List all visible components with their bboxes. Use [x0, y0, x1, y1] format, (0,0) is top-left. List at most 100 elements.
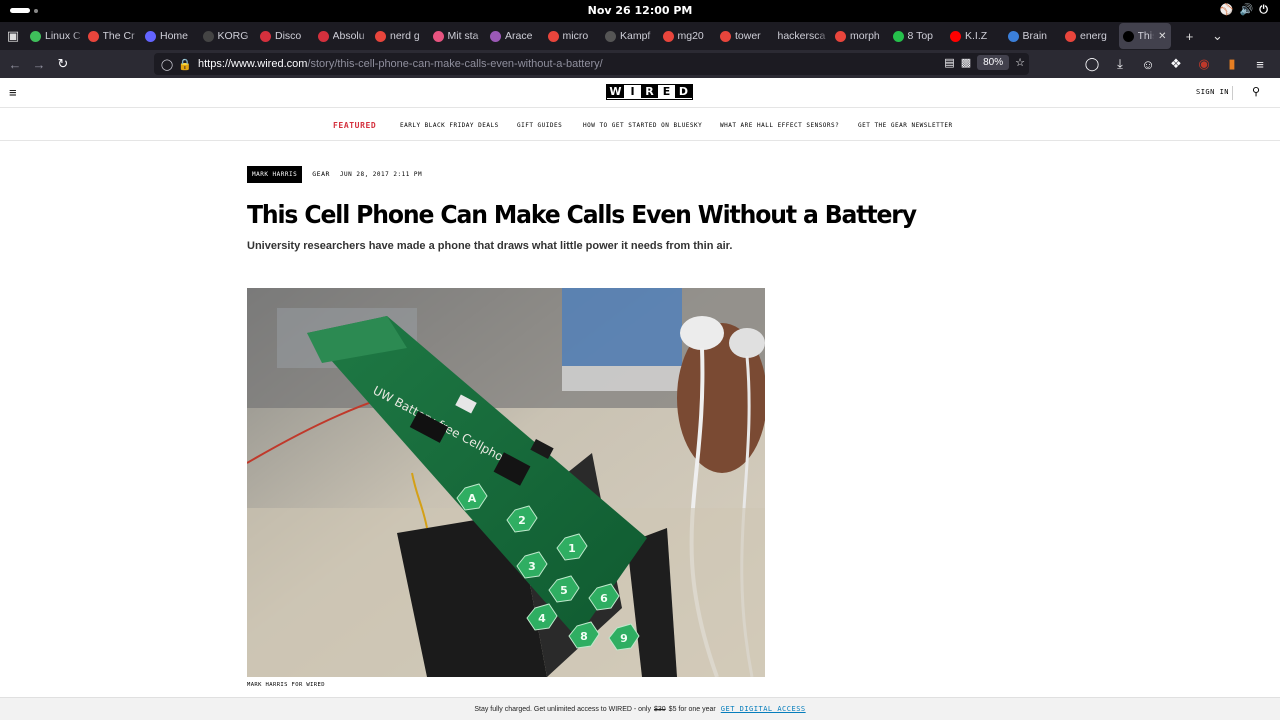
browser-tab[interactable]: energ [1061, 23, 1119, 49]
app-menu-icon[interactable]: ≡ [1248, 52, 1272, 76]
browser-tab[interactable]: K.I.Z [946, 23, 1004, 49]
subnav-link-hall-effect[interactable]: WHAT ARE HALL EFFECT SENSORS? [720, 122, 839, 129]
volume-icon[interactable]: 🔊 [1240, 3, 1254, 17]
keypad-key: 9 [620, 632, 628, 645]
tab-title: mg20 [677, 30, 704, 42]
back-arrow-icon[interactable]: ← [3, 52, 27, 76]
paywall-old-price: $30 [653, 705, 666, 713]
browser-tab[interactable]: 8 Top [889, 23, 947, 49]
keypad-key: 6 [600, 592, 608, 605]
chrome-icon [1065, 30, 1076, 42]
network-icon[interactable]: ⚾ [1220, 3, 1234, 17]
sign-in-link[interactable]: SIGN IN [1196, 88, 1229, 96]
ublock-icon[interactable]: ◉ [1192, 52, 1216, 76]
tab-title: Disco [275, 30, 302, 42]
subnav-link-bluesky[interactable]: HOW TO GET STARTED ON BLUESKY [583, 122, 702, 129]
youtube-icon [950, 30, 961, 42]
browser-tab[interactable]: tower [716, 23, 774, 49]
system-tray[interactable]: ⚾ 🔊 ⏻ [1220, 3, 1268, 17]
url-bar[interactable]: ◯ 🔒 https://www.wired.com/story/this-cel… [154, 53, 1029, 75]
addon-icon[interactable]: ▮ [1220, 52, 1244, 76]
browser-tab[interactable]: morph [831, 23, 889, 49]
tab-title: nerd g [390, 30, 420, 42]
browser-tab[interactable]: Disco [256, 23, 314, 49]
korg-icon [202, 30, 214, 42]
picture-in-picture-icon[interactable]: ▩ [961, 56, 971, 69]
browser-tab[interactable]: Mit sta [429, 23, 487, 49]
browser-tab[interactable]: nerd g [371, 23, 429, 49]
url-path: /story/this-cell-phone-can-make-calls-ev… [307, 58, 603, 70]
keypad-key: 2 [518, 514, 526, 527]
author-link[interactable]: MARK HARRIS [247, 165, 303, 183]
reader-view-icon[interactable]: ▤ [944, 56, 954, 69]
tab-title: This [1137, 30, 1155, 42]
new-tab-button[interactable]: + [1177, 23, 1203, 49]
browser-tab[interactable]: Brain [1004, 23, 1062, 49]
section-link[interactable]: GEAR [312, 170, 330, 178]
tab-title: morph [850, 30, 880, 42]
browser-tab[interactable]: Arace [486, 23, 544, 49]
browser-tab[interactable]: Linux C [26, 23, 84, 49]
byline-row: MARK HARRIS GEAR JUN 28, 2017 2:11 PM [247, 165, 422, 183]
zoom-level-button[interactable]: 80% [977, 55, 1010, 70]
toolbar-right: ◯ ⤓ ☺ ❖ ◉ ▮ ≡ [1080, 52, 1272, 76]
tracking-shield-icon[interactable]: ◯ [158, 58, 176, 71]
close-tab-icon[interactable]: ✕ [1158, 31, 1166, 42]
get-digital-access-link[interactable]: GET DIGITAL ACCESS [721, 705, 806, 713]
circle-icon [317, 30, 329, 42]
tab-list: Linux C The Cr Home KORG Disco Absolu nerd g Mi… [26, 22, 1171, 50]
extensions-icon[interactable]: ❖ [1164, 52, 1188, 76]
reload-icon[interactable]: ↻ [51, 52, 75, 76]
browser-tab[interactable]: Home [141, 23, 199, 49]
sub-navigation: FEATURED EARLY BLACK FRIDAY DEALS GIFT G… [0, 109, 1280, 141]
subnav-link-newsletter[interactable]: GET THE GEAR NEWSLETTER [858, 122, 953, 129]
logo-letter: W [607, 85, 624, 98]
browser-tab[interactable]: micro [544, 23, 602, 49]
lock-icon[interactable]: 🔒 [176, 58, 194, 71]
paywall-banner: Stay fully charged. Get unlimited access… [0, 697, 1280, 720]
tab-title: micro [562, 30, 589, 42]
logo-letter: I [630, 85, 635, 98]
tab-title: Home [160, 30, 189, 42]
pocket-icon[interactable]: ◯ [1080, 52, 1104, 76]
firefox-view-icon[interactable]: ▣ [0, 23, 26, 49]
tab-list-chevron-down-icon[interactable]: ⌄ [1205, 23, 1231, 49]
browser-tab[interactable]: This✕ [1118, 23, 1171, 49]
url-host: https://www.wired.com [198, 58, 308, 70]
power-icon[interactable]: ⏻ [1259, 3, 1268, 17]
search-icon[interactable]: ⚲ [1252, 85, 1260, 98]
forward-arrow-icon[interactable]: → [27, 52, 51, 76]
browser-tab[interactable]: Absolu [314, 23, 372, 49]
browser-tab[interactable]: Kampf [601, 23, 659, 49]
mastodon-icon [145, 30, 156, 42]
browser-tab[interactable]: mg20 [659, 23, 717, 49]
subnav-link-black-friday[interactable]: EARLY BLACK FRIDAY DEALS [400, 122, 499, 129]
keypad-key: 8 [580, 630, 588, 643]
browser-tab[interactable]: KORG [199, 23, 257, 49]
keypad-key: 3 [528, 560, 536, 573]
ie-icon [1007, 30, 1019, 42]
wired-logo[interactable]: W I R E D [606, 84, 693, 100]
article-headline: This Cell Phone Can Make Calls Even With… [247, 200, 917, 229]
tab-strip: ▣ Linux C The Cr Home KORG Disco Absolu nerd g… [0, 22, 1280, 50]
browser-tab[interactable]: The Cr [84, 23, 142, 49]
account-icon[interactable]: ☺ [1136, 52, 1160, 76]
logo-letter: R [641, 85, 658, 98]
system-clock[interactable]: Nov 26 12:00 PM [0, 4, 1280, 17]
tab-title: KORG [217, 30, 249, 42]
chrome-icon [662, 30, 674, 42]
tab-title: Absolu [332, 30, 365, 42]
chrome-icon [547, 30, 559, 42]
photo-caption: MARK HARRIS FOR WIRED [247, 682, 325, 688]
url-text[interactable]: https://www.wired.com/story/this-cell-ph… [198, 58, 603, 70]
downloads-icon[interactable]: ⤓ [1108, 52, 1132, 76]
chrome-icon [720, 30, 731, 42]
subnav-link-gift-guides[interactable]: GIFT GUIDES [517, 122, 562, 129]
pinwheel-icon [432, 30, 444, 42]
featured-label: FEATURED [333, 121, 377, 130]
speech-bubble-icon [30, 30, 41, 42]
tab-title: hackersca [777, 30, 826, 42]
bookmark-star-icon[interactable]: ☆ [1015, 56, 1025, 69]
browser-tab[interactable]: hackersca [774, 23, 832, 49]
hamburger-menu-icon[interactable]: ≡ [9, 85, 17, 100]
